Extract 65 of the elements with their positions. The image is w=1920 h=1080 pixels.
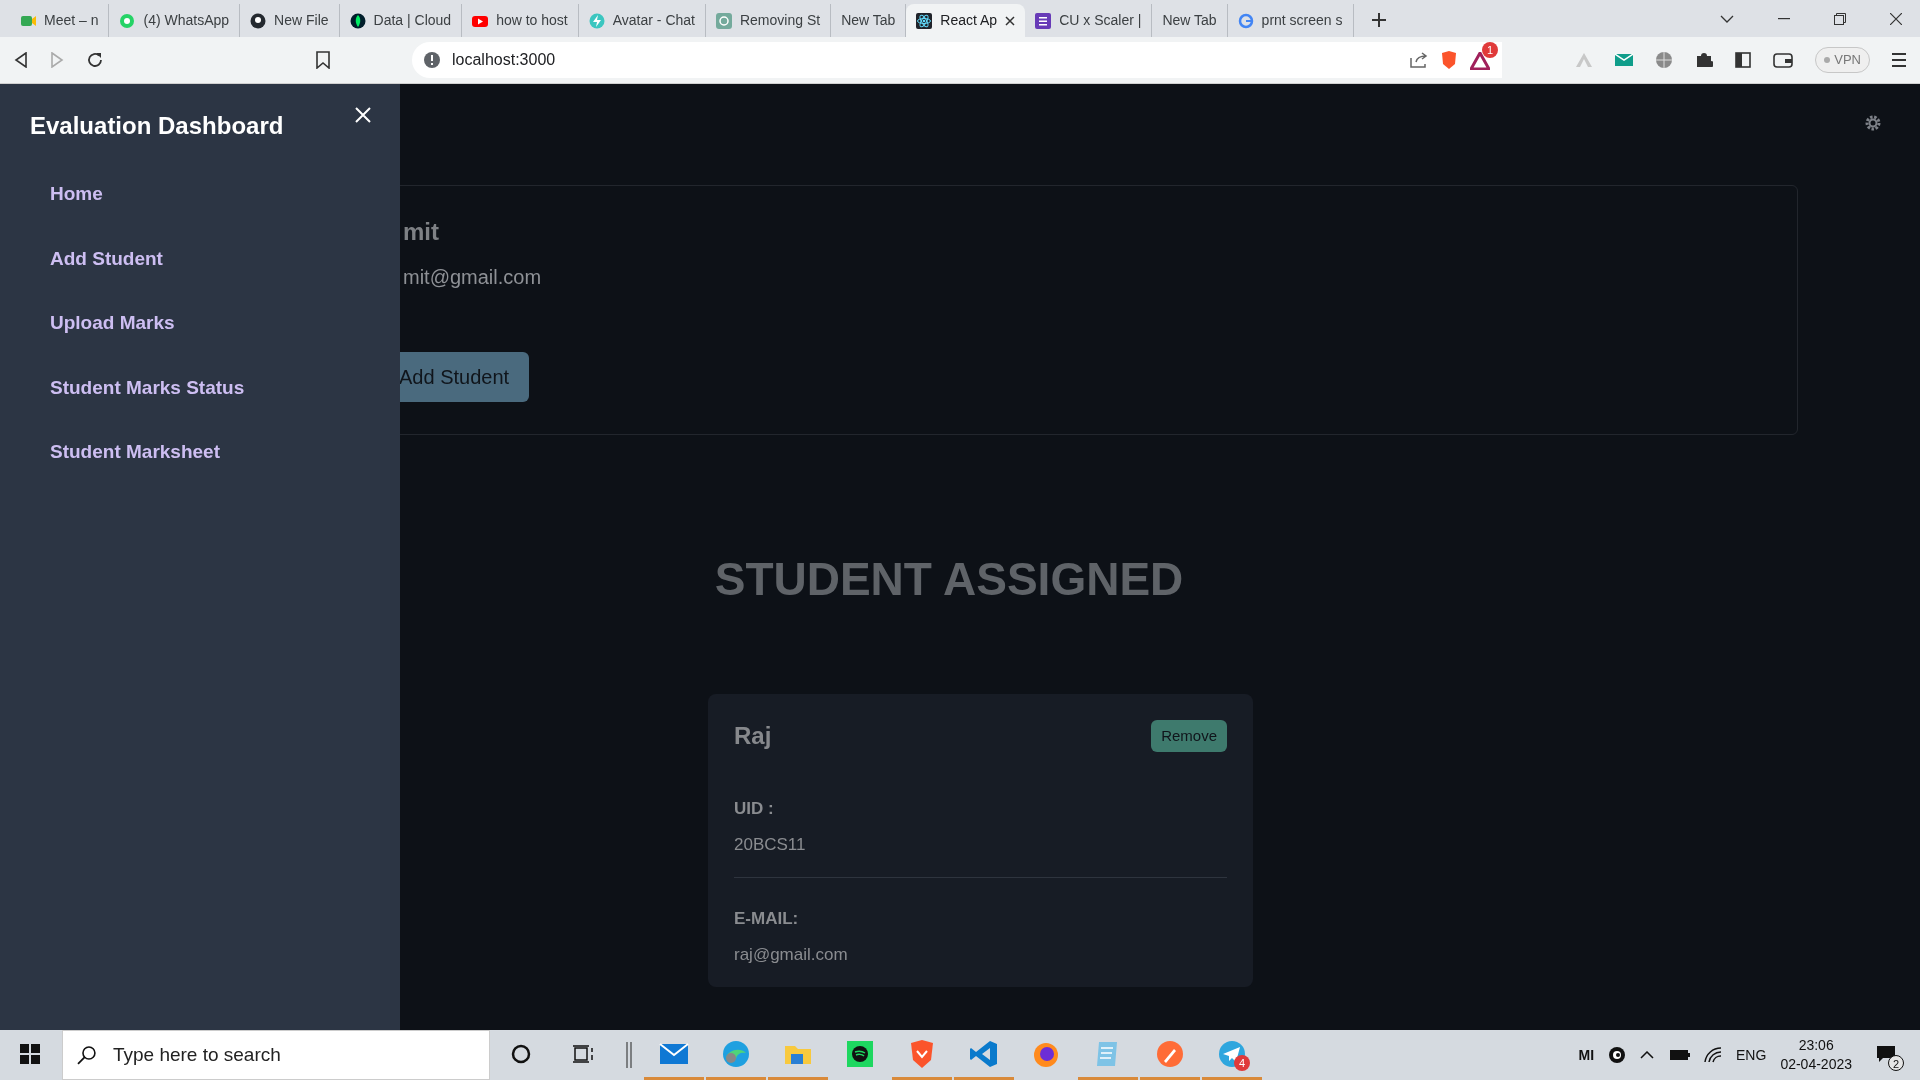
settings-icon[interactable] <box>1864 114 1882 132</box>
sidebar-icon[interactable] <box>1735 52 1752 68</box>
battery-icon[interactable] <box>1668 1049 1691 1061</box>
chevron-up-icon[interactable] <box>1640 1051 1655 1059</box>
profile-name: mit <box>403 217 440 247</box>
sidebar-link[interactable]: Home <box>50 180 103 209</box>
envelope-icon[interactable] <box>1615 52 1634 68</box>
tray-logo: MI <box>1578 1045 1595 1065</box>
notification-badge: 1 <box>1482 42 1498 58</box>
address-bar[interactable]: localhost:3000 1 <box>412 42 1502 78</box>
sidebar-link[interactable]: Student Marks Status <box>50 373 245 402</box>
search-box[interactable]: Type here to search <box>62 1030 490 1080</box>
sidebar-title: Evaluation Dashboard <box>30 111 284 141</box>
dot-icon <box>1824 57 1831 63</box>
notification-badge: 2 <box>1888 1055 1904 1071</box>
sidebar-link[interactable]: Upload Marks <box>50 309 175 338</box>
close-icon[interactable] <box>1890 13 1902 25</box>
field-label: UID : <box>734 798 775 820</box>
notification-center-button[interactable]: 2 <box>1866 1030 1906 1080</box>
search-icon <box>77 1045 97 1065</box>
url-text: localhost:3000 <box>452 50 557 70</box>
search-field[interactable]: Type here to search <box>110 1039 489 1071</box>
close-icon[interactable] <box>1005 15 1016 26</box>
vpn-label: VPN <box>1834 51 1861 70</box>
atom-icon <box>916 12 933 29</box>
chat-bubble-icon <box>119 12 136 29</box>
restore-icon[interactable] <box>1834 13 1846 25</box>
g-icon <box>1237 12 1254 29</box>
list-icon <box>1035 12 1052 29</box>
browser-tab[interactable]: React Ap <box>906 4 1026 37</box>
lightning-icon <box>588 12 605 29</box>
wallet-icon[interactable] <box>1773 52 1794 68</box>
divider-icon <box>626 1042 632 1068</box>
student-name: Raj <box>734 721 772 751</box>
new-tab-icon[interactable] <box>1371 13 1386 27</box>
close-icon <box>355 106 371 123</box>
language-indicator[interactable]: ENG <box>1736 1044 1767 1066</box>
triangle-icon[interactable] <box>1470 51 1490 70</box>
chevron-down-icon[interactable] <box>1720 15 1734 23</box>
wifi-icon[interactable] <box>1704 1047 1723 1063</box>
info-icon <box>424 52 440 68</box>
bookmark-icon[interactable] <box>316 51 330 69</box>
field-label: E-MAIL: <box>734 908 800 930</box>
back-icon[interactable] <box>14 52 28 68</box>
clock-date[interactable]: 02-04-2023 <box>1780 1055 1852 1074</box>
notification-badge: 4 <box>1234 1055 1250 1071</box>
reload-icon[interactable] <box>86 51 104 69</box>
menu-icon[interactable] <box>1892 53 1906 67</box>
circle-icon <box>511 1043 531 1064</box>
remove-button[interactable]: Remove <box>1151 719 1227 753</box>
windows-icon <box>20 1043 40 1064</box>
globe-icon[interactable] <box>1655 51 1674 69</box>
field-value: raj@gmail.com <box>734 943 849 966</box>
leaf-icon <box>349 12 366 29</box>
minimize-icon[interactable] <box>1778 18 1790 20</box>
field-value: 20BCS11 <box>734 833 807 856</box>
vpn-button[interactable]: VPN <box>1815 47 1870 73</box>
share-icon[interactable] <box>1410 52 1428 68</box>
clock-time[interactable]: 23:06 <box>1780 1036 1852 1055</box>
sidebar-link[interactable]: Add Student <box>50 244 163 273</box>
taskbar-app-button[interactable]: 4 <box>1202 1030 1262 1080</box>
task-view-icon <box>572 1044 594 1063</box>
sidebar-link[interactable]: Student Marksheet <box>50 438 220 467</box>
profile-email: mit@gmail.com <box>403 265 543 290</box>
section-heading: STUDENT ASSIGNED <box>713 552 1185 607</box>
